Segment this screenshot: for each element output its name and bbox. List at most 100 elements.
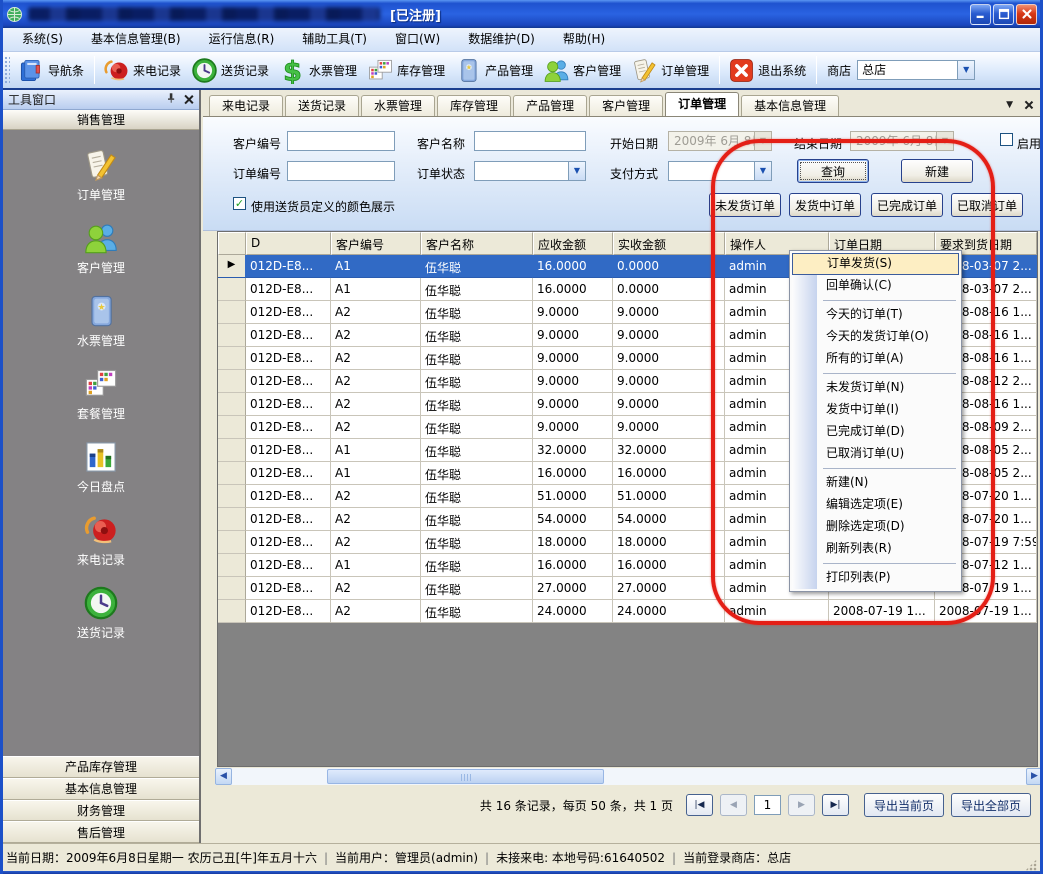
query-button[interactable]: 查询 — [797, 159, 869, 183]
chevron-down-icon[interactable]: ▼ — [754, 162, 771, 180]
menu-item[interactable]: 运行信息(R) — [195, 28, 289, 51]
menu-item[interactable]: 帮助(H) — [549, 28, 619, 51]
chevron-down-icon[interactable]: ▼ — [1006, 100, 1013, 110]
color-checkbox[interactable]: ✓ — [233, 197, 246, 210]
toolbar-button-exit[interactable]: 退出系统 — [724, 55, 812, 86]
shop-combobox[interactable]: 总店 ▼ — [857, 60, 975, 80]
sidebar-group-2[interactable]: 基本信息管理 — [3, 778, 199, 800]
cell-customer_name: 伍华聪 — [421, 554, 533, 577]
first-page-button[interactable]: |◀ — [686, 794, 713, 816]
tab-7[interactable]: 订单管理 — [665, 92, 739, 116]
chevron-down-icon[interactable]: ▼ — [957, 61, 974, 79]
toolbar-button-product[interactable]: ★产品管理 — [451, 55, 539, 86]
close-tab-icon[interactable] — [1023, 100, 1033, 110]
export-current-page-button[interactable]: 导出当前页 — [864, 793, 944, 817]
end-date-label: 结束日期 — [794, 135, 842, 152]
next-page-button[interactable]: ▶ — [788, 794, 815, 816]
context-menu-item[interactable]: 已完成订单(D) — [792, 421, 959, 443]
context-menu-item[interactable]: 订单发货(S) — [792, 253, 959, 275]
maximize-button[interactable] — [993, 4, 1014, 25]
sidebar-item-clock[interactable]: 送货记录 — [3, 576, 199, 649]
sidebar-item-bell[interactable]: 来电记录 — [3, 503, 199, 576]
pin-icon[interactable] — [165, 92, 177, 107]
context-menu-item[interactable]: 未发货订单(N) — [792, 377, 959, 399]
tab-5[interactable]: 产品管理 — [513, 95, 587, 116]
menu-item[interactable]: 辅助工具(T) — [288, 28, 381, 51]
context-menu-item[interactable]: 已取消订单(U) — [792, 443, 959, 465]
scroll-right-icon[interactable]: ▶ — [1026, 768, 1043, 785]
toolbar-button-book[interactable]: 导航条 — [14, 55, 90, 86]
toolbar-button-calendar[interactable]: 库存管理 — [363, 55, 451, 86]
minimize-button[interactable] — [970, 4, 991, 25]
start-date-picker[interactable]: 2009年 6月 8日▼ — [668, 131, 772, 151]
sidebar-group-1[interactable]: 产品库存管理 — [3, 756, 199, 778]
column-header[interactable]: 实收金额 — [613, 232, 725, 255]
status-filter-button-4[interactable]: 已取消订单 — [951, 193, 1023, 217]
tab-4[interactable]: 库存管理 — [437, 95, 511, 116]
status-filter-button-2[interactable]: 发货中订单 — [789, 193, 861, 217]
last-page-button[interactable]: ▶| — [822, 794, 849, 816]
column-header[interactable]: D — [246, 232, 331, 255]
tab-1[interactable]: 来电记录 — [209, 95, 283, 116]
toolbar-button-bell[interactable]: 来电记录 — [99, 55, 187, 86]
order-no-input[interactable] — [287, 161, 395, 181]
context-menu-item[interactable]: 回单确认(C) — [792, 275, 959, 297]
order-status-combobox[interactable]: ▼ — [474, 161, 586, 181]
sidebar-item-customers[interactable]: 客户管理 — [3, 211, 199, 284]
tab-6[interactable]: 客户管理 — [589, 95, 663, 116]
chevron-down-icon[interactable]: ▼ — [568, 162, 585, 180]
column-header[interactable] — [218, 232, 246, 255]
context-menu-item[interactable]: 编辑选定项(E) — [792, 494, 959, 516]
context-menu-item[interactable]: 新建(N) — [792, 472, 959, 494]
toolbar-button-order[interactable]: 订单管理 — [627, 55, 715, 86]
context-menu-item[interactable]: 打印列表(P) — [792, 567, 959, 589]
context-menu-item[interactable]: 删除选定项(D) — [792, 516, 959, 538]
cell-customer_name: 伍华聪 — [421, 439, 533, 462]
scrollbar-thumb[interactable] — [327, 769, 604, 784]
sidebar-item-calendar[interactable]: 套餐管理 — [3, 357, 199, 430]
page-number-input[interactable] — [754, 795, 781, 815]
pay-method-combobox[interactable]: ▼ — [668, 161, 772, 181]
toolbar-button-dollar[interactable]: $水票管理 — [275, 55, 363, 86]
context-menu-item[interactable]: 发货中订单(I) — [792, 399, 959, 421]
context-menu-item[interactable]: 今天的订单(T) — [792, 304, 959, 326]
customer-name-input[interactable] — [474, 131, 586, 151]
context-menu-item[interactable]: 所有的订单(A) — [792, 348, 959, 370]
enable-checkbox[interactable] — [1000, 133, 1013, 146]
new-button[interactable]: 新建 — [901, 159, 973, 183]
table-row[interactable]: 012D-E8...A2伍华聪24.000024.0000admin2008-0… — [218, 600, 1037, 623]
sidebar-group-4[interactable]: 售后管理 — [3, 821, 199, 843]
toolbar-button-customers[interactable]: 客户管理 — [539, 55, 627, 86]
cell-customer_no: A1 — [331, 554, 421, 577]
tab-8[interactable]: 基本信息管理 — [741, 95, 839, 116]
status-filter-button-1[interactable]: 未发货订单 — [709, 193, 781, 217]
column-header[interactable]: 客户编号 — [331, 232, 421, 255]
sidebar-group-3[interactable]: 财务管理 — [3, 800, 199, 822]
toolbar-grip[interactable] — [4, 56, 10, 84]
horizontal-scrollbar[interactable]: ◀ ▶ — [215, 768, 1043, 785]
tab-3[interactable]: 水票管理 — [361, 95, 435, 116]
menu-item[interactable]: 窗口(W) — [381, 28, 454, 51]
scroll-left-icon[interactable]: ◀ — [215, 768, 232, 785]
menu-item[interactable]: 数据维护(D) — [454, 28, 549, 51]
menu-item[interactable]: 基本信息管理(B) — [77, 28, 195, 51]
sidebar-section-header[interactable]: 销售管理 — [3, 110, 199, 130]
sidebar-close-icon[interactable] — [183, 94, 194, 105]
toolbar-button-clock[interactable]: 送货记录 — [187, 55, 275, 86]
customer-no-input[interactable] — [287, 131, 395, 151]
context-menu-item[interactable]: 刷新列表(R) — [792, 538, 959, 560]
end-date-picker[interactable]: 2009年 6月 8日▼ — [850, 131, 954, 151]
sidebar-item-chart[interactable]: 今日盘点 — [3, 430, 199, 503]
sidebar-item-product[interactable]: ★水票管理 — [3, 284, 199, 357]
menu-item[interactable]: 系统(S) — [8, 28, 77, 51]
tab-2[interactable]: 送货记录 — [285, 95, 359, 116]
prev-page-button[interactable]: ◀ — [720, 794, 747, 816]
row-indicator — [218, 600, 246, 623]
context-menu-item[interactable]: 今天的发货订单(O) — [792, 326, 959, 348]
export-all-pages-button[interactable]: 导出全部页 — [951, 793, 1031, 817]
column-header[interactable]: 客户名称 — [421, 232, 533, 255]
status-filter-button-3[interactable]: 已完成订单 — [871, 193, 943, 217]
column-header[interactable]: 应收金额 — [533, 232, 613, 255]
close-button[interactable] — [1016, 4, 1037, 25]
sidebar-item-order[interactable]: 订单管理 — [3, 138, 199, 211]
